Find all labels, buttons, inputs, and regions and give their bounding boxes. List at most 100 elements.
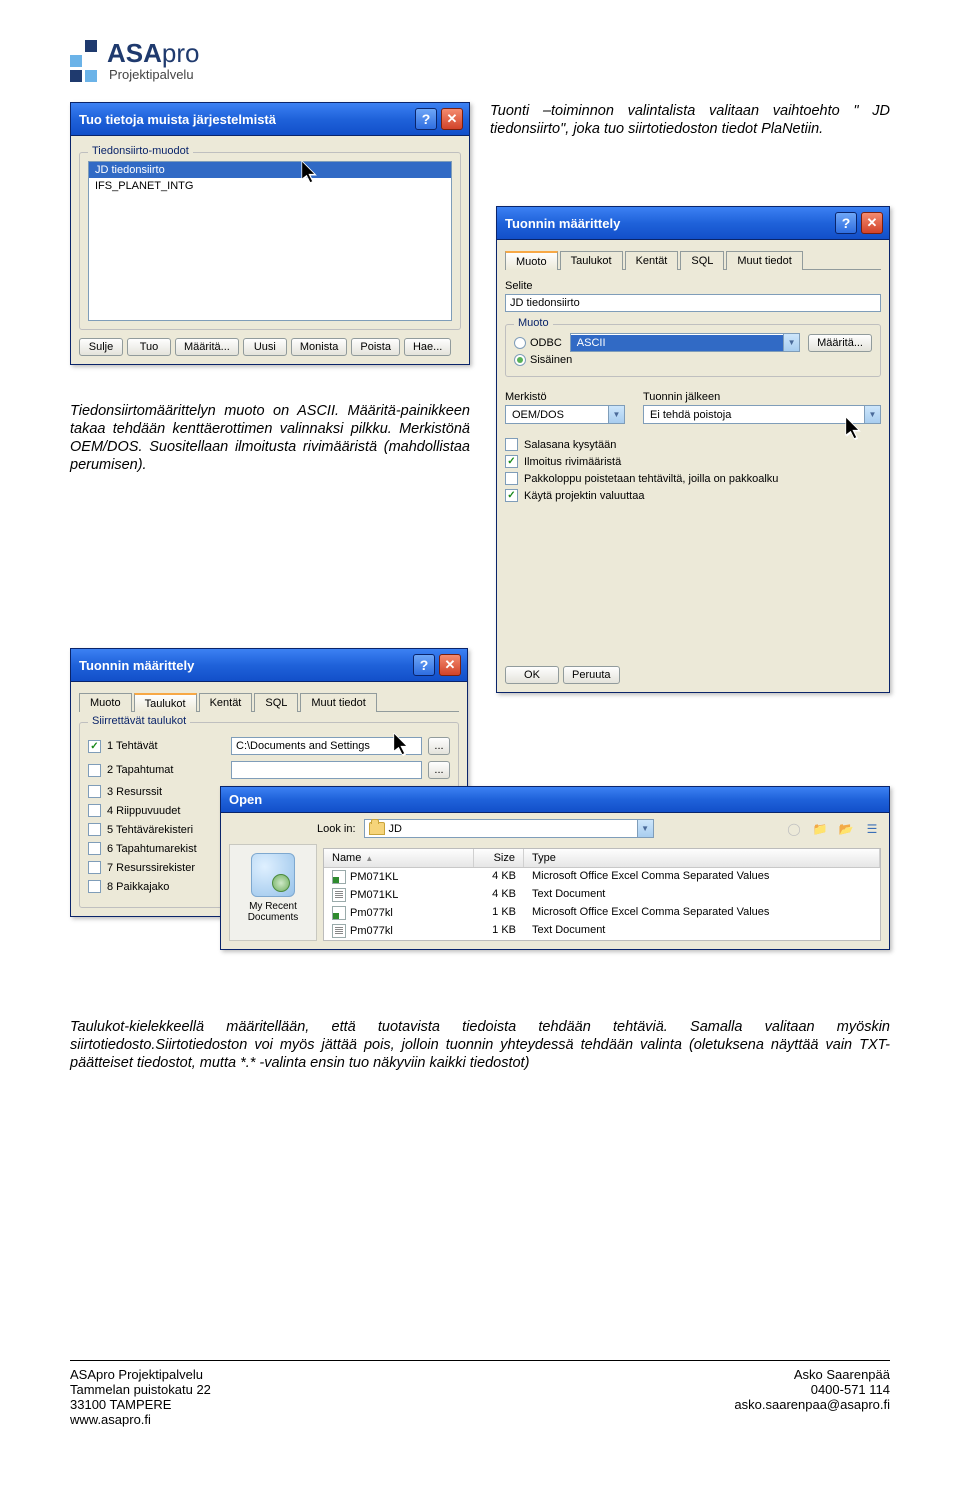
column-size[interactable]: Size (474, 849, 524, 867)
checkbox-row[interactable]: Pakkoloppu poistetaan tehtäviltä, joilla… (505, 472, 881, 485)
list-item[interactable]: IFS_PLANET_INTG (89, 178, 451, 194)
checkbox[interactable]: ✓ (505, 489, 518, 502)
tab-muoto[interactable]: Muoto (505, 251, 558, 270)
footer-address: Tammelan puistokatu 22 (70, 1382, 211, 1397)
footer-phone: 0400-571 114 (734, 1382, 890, 1397)
file-row[interactable]: Pm077kl1 KBText Document (324, 922, 880, 940)
file-size: 4 KB (474, 887, 524, 903)
tab-kentat[interactable]: Kentät (625, 251, 679, 270)
browse-button[interactable]: ... (428, 737, 450, 755)
checkbox[interactable] (505, 472, 518, 485)
checkbox[interactable] (88, 785, 101, 798)
radio-sisainen[interactable]: Sisäinen (514, 354, 872, 366)
groupbox-legend: Tiedonsiirto-muodot (88, 145, 193, 157)
row-label: 5 Tehtävärekisteri (107, 824, 225, 836)
browse-button[interactable]: ... (428, 761, 450, 779)
ok-button[interactable]: OK (505, 666, 559, 684)
define-button[interactable]: Määritä... (808, 334, 872, 352)
footer-city: 33100 TAMPERE (70, 1397, 211, 1412)
path-field[interactable] (231, 761, 422, 779)
help-icon[interactable]: ? (413, 654, 435, 676)
places-bar: My Recent Documents (229, 844, 317, 941)
close-icon[interactable]: ✕ (439, 654, 461, 676)
file-name: Pm077kl (350, 925, 393, 937)
checkbox-row[interactable]: Salasana kysytään (505, 438, 881, 451)
views-icon[interactable]: ☰ (863, 820, 881, 838)
delete-button[interactable]: Poista (351, 338, 400, 356)
checkbox-row[interactable]: ✓Ilmoitus rivimääristä (505, 455, 881, 468)
back-icon[interactable]: ◯ (785, 820, 803, 838)
chevron-down-icon[interactable]: ▼ (637, 820, 653, 837)
jalkeen-label: Tuonnin jälkeen (643, 391, 881, 403)
row-label: 3 Resurssit (107, 786, 225, 798)
help-icon[interactable]: ? (835, 212, 857, 234)
logo-text: ASApro (107, 40, 199, 66)
paragraph-2: Tiedonsiirtomäärittelyn muoto on ASCII. … (70, 402, 470, 475)
help-icon[interactable]: ? (415, 108, 437, 130)
list-item[interactable]: JD tiedonsiirto (89, 162, 451, 178)
tabs: Muoto Taulukot Kentät SQL Muut tiedot (79, 692, 459, 712)
file-name: PM071KL (350, 889, 398, 901)
file-row[interactable]: PM071KL4 KBText Document (324, 886, 880, 904)
column-name[interactable]: Name▲ (324, 849, 474, 867)
sort-asc-icon: ▲ (365, 854, 373, 863)
new-folder-icon[interactable]: 📂 (837, 820, 855, 838)
tab-taulukot[interactable]: Taulukot (560, 251, 623, 270)
tab-taulukot[interactable]: Taulukot (134, 693, 197, 712)
chevron-down-icon[interactable]: ▼ (608, 406, 624, 423)
tab-sql[interactable]: SQL (254, 693, 298, 712)
footer-email: asko.saarenpaa@asapro.fi (734, 1397, 890, 1412)
checkbox[interactable] (88, 861, 101, 874)
up-folder-icon[interactable]: 📁 (811, 820, 829, 838)
chevron-down-icon[interactable]: ▼ (783, 334, 799, 351)
checkbox[interactable] (88, 842, 101, 855)
tab-sql[interactable]: SQL (680, 251, 724, 270)
column-type[interactable]: Type (524, 849, 880, 867)
clone-button[interactable]: Monista (291, 338, 348, 356)
ascii-dropdown[interactable]: ASCII ▼ (570, 333, 800, 352)
checkbox[interactable]: ✓ (505, 455, 518, 468)
paragraph-1: Tuonti –toiminnon valintalista valitaan … (490, 102, 890, 138)
checkbox[interactable] (505, 438, 518, 451)
transfer-format-list[interactable]: JD tiedonsiirto IFS_PLANET_INTG (88, 161, 452, 321)
checkbox[interactable] (88, 804, 101, 817)
merkisto-dropdown[interactable]: OEM/DOS ▼ (505, 405, 625, 424)
file-type: Microsoft Office Excel Comma Separated V… (524, 905, 880, 921)
tab-muut[interactable]: Muut tiedot (726, 251, 802, 270)
tab-kentat[interactable]: Kentät (199, 693, 253, 712)
row-label: 7 Resurssirekister (107, 862, 225, 874)
tab-muut[interactable]: Muut tiedot (300, 693, 376, 712)
import-button[interactable]: Tuo (127, 338, 171, 356)
lookin-dropdown[interactable]: JD ▼ (364, 819, 654, 838)
file-type: Microsoft Office Excel Comma Separated V… (524, 869, 880, 885)
file-list[interactable]: Name▲ Size Type PM071KL4 KBMicrosoft Off… (323, 848, 881, 941)
checkbox-row[interactable]: ✓Käytä projektin valuuttaa (505, 489, 881, 502)
chevron-down-icon[interactable]: ▼ (864, 406, 880, 423)
checkbox[interactable] (88, 823, 101, 836)
define-button[interactable]: Määritä... (175, 338, 239, 356)
checkbox[interactable] (88, 880, 101, 893)
file-size: 1 KB (474, 923, 524, 939)
new-button[interactable]: Uusi (243, 338, 287, 356)
close-button[interactable]: Sulje (79, 338, 123, 356)
close-icon[interactable]: ✕ (441, 108, 463, 130)
file-row[interactable]: PM071KL4 KBMicrosoft Office Excel Comma … (324, 868, 880, 886)
cursor-icon (393, 733, 411, 759)
table-row: 2 Tapahtumat... (88, 761, 450, 779)
recent-documents-icon[interactable] (251, 853, 295, 897)
selite-label: Selite (505, 280, 881, 292)
open-file-dialog: Open Look in: JD ▼ ◯ 📁 (220, 786, 890, 950)
radio-odbc[interactable]: ODBC (514, 337, 562, 349)
search-button[interactable]: Hae... (404, 338, 451, 356)
tab-muoto[interactable]: Muoto (79, 693, 132, 712)
file-row[interactable]: Pm077kl1 KBMicrosoft Office Excel Comma … (324, 904, 880, 922)
excel-file-icon (332, 906, 346, 920)
import-sources-dialog: Tuo tietoja muista järjestelmistä ? ✕ Ti… (70, 102, 470, 365)
checkbox[interactable]: ✓ (88, 740, 101, 753)
checkbox[interactable] (88, 764, 101, 777)
close-icon[interactable]: ✕ (861, 212, 883, 234)
selite-field[interactable] (505, 294, 881, 312)
row-label: 8 Paikkajako (107, 881, 225, 893)
cancel-button[interactable]: Peruuta (563, 666, 620, 684)
file-name: PM071KL (350, 871, 398, 883)
